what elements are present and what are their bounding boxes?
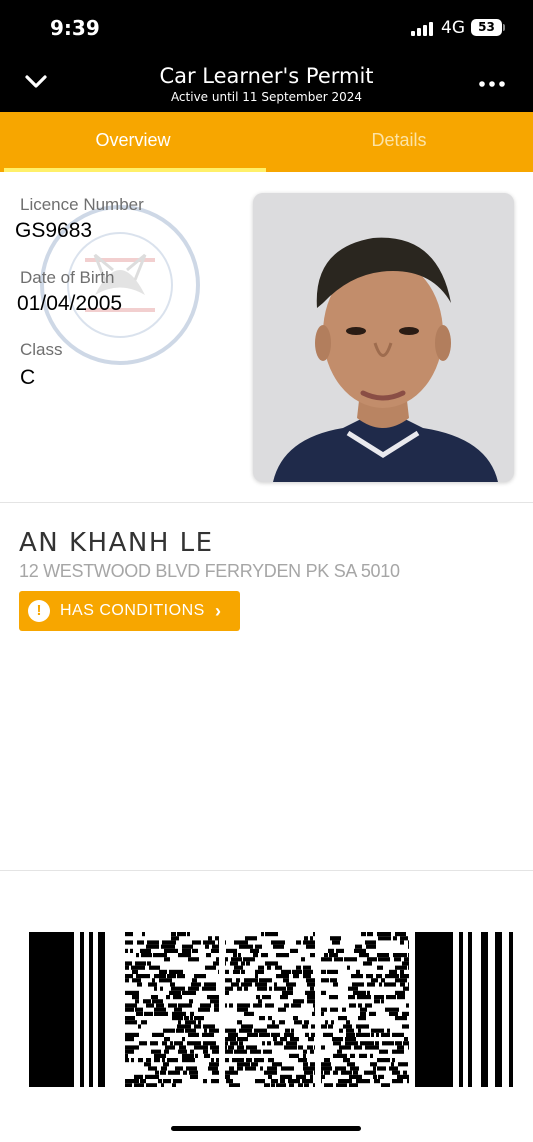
alert-icon: ! (28, 600, 50, 622)
battery-icon: 53 (471, 19, 502, 36)
page-title: Car Learner's Permit (159, 64, 374, 88)
dob-label: Date of Birth (20, 268, 115, 287)
has-conditions-label: HAS CONDITIONS (60, 602, 205, 619)
class-value: C (20, 366, 36, 389)
network-type: 4G (441, 18, 465, 38)
tab-active-indicator (4, 168, 266, 172)
page-subtitle: Active until 11 September 2024 (170, 90, 363, 104)
tab-bar: Overview Details (0, 112, 533, 172)
chevron-down-icon[interactable] (22, 68, 52, 98)
dob-value: 01/04/2005 (17, 292, 123, 315)
licence-number-label: Licence Number (20, 195, 144, 214)
divider (0, 502, 533, 503)
tab-overview[interactable]: Overview (0, 112, 266, 172)
holder-name: AN KHANH LE (19, 528, 214, 558)
class-label: Class (20, 340, 63, 359)
pdf417-barcode (29, 932, 513, 1087)
header-title-group: Car Learner's Permit Active until 11 Sep… (100, 64, 433, 104)
more-horizontal-icon[interactable] (474, 72, 510, 96)
battery-tip (503, 24, 505, 31)
status-bar: 9:39 4G 53 (0, 0, 533, 56)
has-conditions-button[interactable]: ! HAS CONDITIONS › (19, 591, 240, 631)
tab-details[interactable]: Details (266, 112, 532, 172)
holder-address: 12 WESTWOOD BLVD FERRYDEN PK SA 5010 (19, 561, 400, 581)
home-indicator (171, 1126, 361, 1131)
holder-photo (253, 193, 514, 482)
status-time: 9:39 (50, 16, 100, 40)
signal-icon (411, 22, 435, 36)
licence-number-value: GS9683 (15, 219, 93, 242)
chevron-right-icon: › (215, 601, 221, 621)
divider (0, 870, 533, 871)
app-header: Car Learner's Permit Active until 11 Sep… (0, 56, 533, 112)
